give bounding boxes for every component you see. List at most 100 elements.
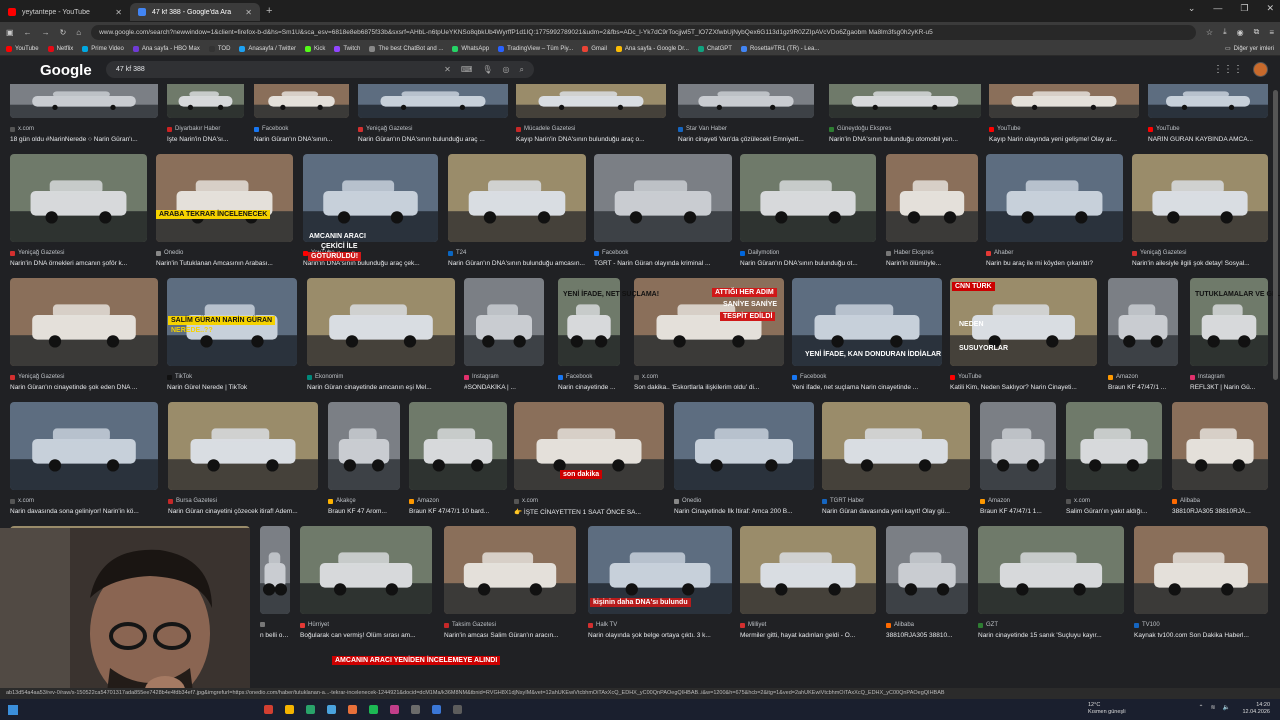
result-source[interactable]: Yeniçağ Gazetesi [10,250,64,256]
image-result-card[interactable]: Alibaba 38810RJA305 38810RJA... [1172,402,1268,526]
result-thumbnail[interactable] [1172,402,1268,490]
image-result-card[interactable]: Dailymotion Narin Güran'ın DNA'sının bulu… [740,154,876,278]
result-title[interactable]: REFL3KT | Narin Gü... [1190,384,1268,391]
image-result-card[interactable]: Yeniçağ Gazetesi Narin'in DNA örnekleri a… [10,154,147,278]
windows-start-icon[interactable] [8,704,18,715]
image-result-card[interactable]: YouTube NARİN GÜRAN KAYBINDA AMCA... [1148,84,1268,154]
result-thumbnail[interactable] [986,154,1123,242]
result-source[interactable]: Yeniçağ Gazetesi [1132,250,1186,256]
image-result-card[interactable]: x.com Narin davasında sona geliniyor! Nar… [10,402,158,526]
result-title[interactable]: Narin'in DNA'sının bulunduğu otomobil ye… [829,136,981,143]
bookmark-item[interactable]: WhatsApp [452,45,489,52]
bookmark-item[interactable]: ChatGPT [697,45,732,52]
image-result-card[interactable]: TV100 Kaynak tv100.com Son Dakika Haberl.… [1134,526,1268,650]
result-thumbnail[interactable] [409,402,507,490]
reload-icon[interactable]: ↻ [60,28,67,37]
close-tab-icon[interactable]: ✕ [115,8,122,17]
result-title[interactable]: İşte Narin'in DNA'sı... [167,136,244,143]
url-bar[interactable]: www.google.com/search?newwindow=1&client… [91,24,1196,40]
result-source[interactable]: Yeniçağ Gazetesi [10,374,64,380]
taskbar-app-icon[interactable] [390,705,399,714]
result-thumbnail[interactable] [678,84,814,118]
result-thumbnail[interactable] [1134,526,1268,614]
search-input[interactable]: 47 kf 388 [116,66,434,73]
tray-chevron-icon[interactable]: ⌃ [1198,704,1203,711]
weather-widget[interactable]: 12°C Kısmen güneşli [1088,702,1126,716]
account-icon[interactable]: ◉ [1237,28,1244,37]
image-result-card[interactable]: x.com 18 gün oldu #NarinNerede ○ Narin Gü… [10,84,158,154]
result-source[interactable]: Güneydoğu Ekspres [829,126,891,132]
bookmark-item[interactable]: Prime Video [82,45,124,52]
bookmark-item[interactable]: TOD [208,45,230,52]
result-source[interactable] [260,622,268,627]
taskbar-app-icon[interactable] [369,705,378,714]
minimize-button[interactable]: — [1213,3,1222,14]
result-title[interactable]: 18 gün oldu #NarinNerede ○ Narin Güran'ı… [10,136,158,143]
result-source[interactable]: Facebook [558,374,592,380]
image-result-card[interactable]: Amazon Braun KF 47/47/1 1... [980,402,1056,526]
result-source[interactable]: Mücadele Gazetesi [516,126,575,132]
result-source[interactable]: x.com [10,126,34,132]
lens-icon[interactable]: ◎ [503,65,510,74]
result-title[interactable]: Kayıp Narin olayında yeni gelişme! Olay … [989,136,1139,143]
result-thumbnail[interactable] [10,278,158,366]
result-source[interactable]: Onedio [156,250,183,256]
result-source[interactable]: GZT [978,622,998,628]
sidebar-icon[interactable]: ▣ [6,28,14,37]
result-thumbnail[interactable] [303,154,438,242]
google-logo[interactable]: Google [40,62,92,79]
result-source[interactable]: Diyarbakır Haber [167,126,220,132]
maximize-button[interactable]: ❐ [1240,3,1248,14]
result-thumbnail[interactable] [10,84,158,118]
result-title[interactable]: Narin bu araç ile mi köyden çıkarıldı? [986,260,1123,267]
taskbar-app-icon[interactable] [411,705,420,714]
image-result-card[interactable]: Taksim Gazetesi Narin'in amcası Salim Gür… [444,526,576,650]
result-thumbnail[interactable] [254,84,349,118]
image-result-card[interactable]: GZT Narin cinayetinde 15 sanık 'Suçluyu k… [978,526,1124,650]
search-box[interactable]: 47 kf 388 ✕ ⌨ 🎙 ◎ ⌕ [106,61,534,78]
result-thumbnail[interactable] [156,154,293,242]
image-result-card[interactable]: Milliyet Mermiler gitti, hayat kadınları … [740,526,876,650]
result-source[interactable]: YouTube [989,126,1021,132]
image-result-card[interactable]: Güneydoğu Ekspres Narin'in DNA'sının bulu… [829,84,981,154]
result-thumbnail[interactable] [822,402,970,490]
image-result-card[interactable]: Ahaber Narin bu araç ile mi köyden çıkarı… [986,154,1123,278]
wifi-icon[interactable]: ≋ [1210,704,1215,711]
result-title[interactable]: Narin Güran'ın DNA'sının bulunduğu araç … [358,136,508,143]
result-source[interactable]: Amazon [1108,374,1138,380]
image-result-card[interactable]: YouTube Katili Kim, Neden Saklıyor? Narin… [950,278,1097,402]
result-title[interactable]: Kayıp Narin'in DNA'sının bulunduğu araç … [516,136,666,143]
result-title[interactable]: Narin Gürel Nerede | TikTok [167,384,297,391]
result-title[interactable]: Narin'in Tutuklanan Amcasının Arabası... [156,260,293,267]
clock[interactable]: 14:20 12.04.2026 [1242,702,1270,716]
bookmark-item[interactable]: Gmail [582,45,607,52]
result-thumbnail[interactable] [1132,154,1268,242]
bookmark-item[interactable]: Twitch [334,45,360,52]
result-title[interactable]: Narin'in ölümüyle... [886,260,978,267]
result-title[interactable]: Narin Güran cinayetinde amcanın eşi Mel.… [307,384,455,391]
tab-google-search[interactable]: 47 kf 388 - Google'da Ara ✕ [130,3,260,21]
result-source[interactable]: TikTok [167,374,192,380]
result-title[interactable]: Narin cinayeti Van'da çözülecek! Emniyet… [678,136,814,143]
bookmark-item[interactable]: Rosetta#TR1 (TR) - Lea... [740,45,819,52]
result-source[interactable]: Amazon [409,498,439,504]
result-source[interactable]: Alibaba [1172,498,1200,504]
result-thumbnail[interactable] [1066,402,1162,490]
result-source[interactable]: Bursa Gazetesi [168,498,217,504]
result-title[interactable]: Narin Güran davasında yeni kayıt! Olay g… [822,508,970,515]
image-result-card[interactable]: Bursa Gazetesi Narin Güran cinayetini çöz… [168,402,318,526]
result-title[interactable]: Narin'in amcası Salim Güran'ın aracın... [444,632,576,639]
result-thumbnail[interactable] [358,84,508,118]
result-thumbnail[interactable] [307,278,455,366]
result-source[interactable]: Instagram [1190,374,1225,380]
result-title[interactable]: 38810RJA305 38810... [886,632,968,639]
result-thumbnail[interactable] [260,526,290,614]
image-result-card[interactable]: Onedio Narin Cinayetinde İlk İtiraf: Amca… [674,402,814,526]
result-title[interactable]: Narin Güran'ın cinayetinde şok eden DNA … [10,384,158,391]
result-source[interactable]: x.com [1066,498,1090,504]
result-title[interactable]: Narin'in ailesiyle ilgili şok detay! Sos… [1132,260,1268,267]
result-title[interactable]: #SONDAKİKA | ... [464,384,544,391]
new-tab-button[interactable]: + [260,5,278,17]
keyboard-icon[interactable]: ⌨ [461,65,473,74]
image-result-card[interactable]: Ekonomim Narin Güran cinayetinde amcanın … [307,278,455,402]
